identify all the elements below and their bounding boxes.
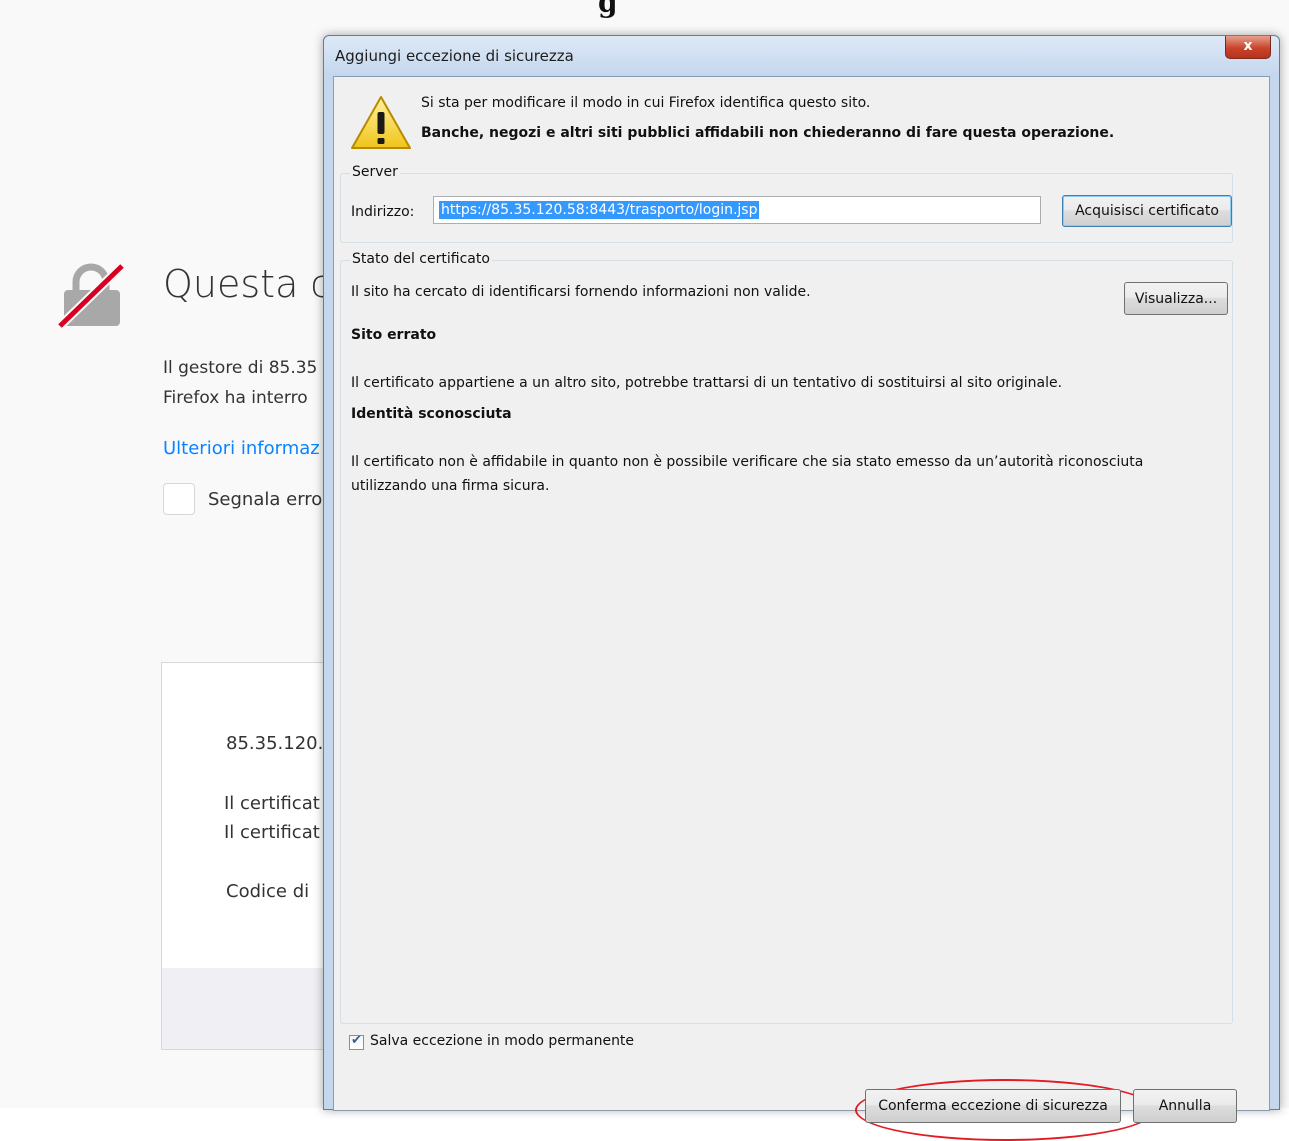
warning-note: Banche, negozi e altri siti pubblici aff… [421, 125, 1115, 141]
advanced-cert-line-2: Il certificat [224, 822, 320, 843]
server-legend: Server [350, 164, 400, 180]
dialog-titlebar[interactable]: Aggiungi eccezione di sicurezza x [324, 36, 1279, 74]
address-input[interactable]: https://85.35.120.58:8443/trasporto/logi… [433, 196, 1041, 224]
error-title: Questa c [163, 262, 332, 306]
unknown-identity-text-line-1: Il certificato non è affidabile in quant… [351, 454, 1144, 470]
advanced-panel-footer [162, 968, 342, 1049]
advanced-cert-line-1: Il certificat [224, 793, 320, 814]
report-error-label: Segnala erro [208, 489, 323, 510]
unknown-identity-title: Identità sconosciuta [351, 406, 512, 422]
certificate-status-group: Stato del certificato Il sito ha cercato… [340, 251, 1233, 1024]
wrong-site-title: Sito errato [351, 327, 437, 343]
wrong-site-text: Il certificato appartiene a un altro sit… [351, 375, 1063, 391]
warning-message: Si sta per modificare il modo in cui Fir… [421, 95, 871, 111]
confirm-security-exception-button[interactable]: Conferma eccezione di sicurezza [865, 1089, 1121, 1123]
certificate-status-legend: Stato del certificato [350, 251, 492, 267]
advanced-error-code: Codice di [226, 881, 310, 902]
more-info-link[interactable]: Ulteriori informaz [163, 438, 320, 459]
server-group: Server Indirizzo: https://85.35.120.58:8… [340, 164, 1233, 243]
error-description-line-2: Firefox ha interro [163, 388, 308, 408]
dialog-title: Aggiungi eccezione di sicurezza [335, 47, 574, 65]
address-label: Indirizzo: [351, 204, 415, 220]
broken-lock-icon [56, 262, 126, 330]
advanced-host: 85.35.120.5 [226, 733, 335, 754]
dialog-client-area: Si sta per modificare il modo in cui Fir… [333, 76, 1270, 1141]
address-value: https://85.35.120.58:8443/trasporto/logi… [439, 201, 760, 219]
error-description-line-1: Il gestore di 85.35 [163, 358, 318, 378]
add-security-exception-dialog: Aggiungi eccezione di sicurezza x Si sta… [323, 35, 1280, 1141]
report-error-checkbox[interactable] [163, 483, 195, 515]
get-certificate-button[interactable]: Acquisisci certificato [1062, 195, 1232, 227]
view-certificate-button[interactable]: Visualizza... [1124, 282, 1228, 315]
advanced-panel: 85.35.120.5 Il certificat Il certificat … [161, 662, 343, 1050]
warning-icon [351, 96, 411, 149]
unknown-identity-text-line-2: utilizzando una firma sicura. [351, 478, 550, 494]
save-permanent-checkbox[interactable] [349, 1033, 364, 1050]
close-button[interactable]: x [1225, 36, 1271, 59]
save-permanent-label[interactable]: Salva eccezione in modo permanente [370, 1033, 634, 1049]
certificate-status-intro: Il sito ha cercato di identificarsi forn… [351, 284, 811, 300]
top-heading-fragment: g [598, 0, 618, 19]
cancel-button[interactable]: Annulla [1133, 1089, 1237, 1123]
